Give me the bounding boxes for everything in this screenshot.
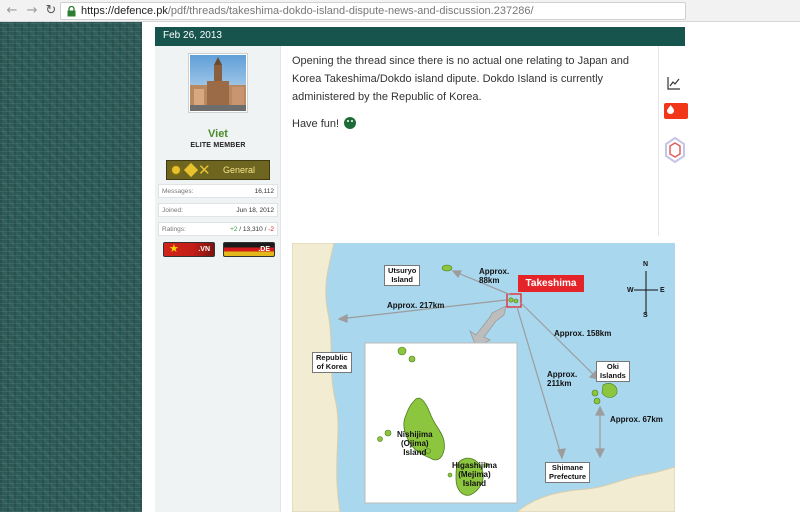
reload-icon[interactable]: ↻ (43, 3, 59, 19)
stat-messages: Messages: 16,112 (158, 184, 278, 198)
map-label-dist-oki: Approx. 158km (554, 329, 612, 338)
page-background-texture (0, 22, 142, 512)
right-margin (688, 22, 800, 512)
star-icon: ★ (169, 242, 179, 255)
stat-joined: Joined: Jun 18, 2012 (158, 203, 278, 217)
user-title: ELITE MEMBER (190, 142, 246, 149)
rating-neutral: 13,310 (242, 226, 263, 233)
user-info-panel: Viet ELITE MEMBER ✕ General Messages: 16… (155, 46, 281, 512)
compass-w: W (627, 287, 634, 294)
avatar-image (190, 55, 246, 111)
compass-s: S (643, 312, 648, 319)
map-label-dist-korea: Approx. 217km (387, 301, 445, 310)
post-date-bar: Feb 26, 2013 (155, 27, 685, 46)
username[interactable]: Viet (155, 128, 281, 140)
map-label-dist-utsuryo: Approx. 88km (479, 267, 510, 285)
stat-ratings-label: Ratings: (162, 226, 186, 233)
forward-icon[interactable]: → (24, 3, 40, 19)
map-label-higashijima: Higashijima (Mejima) Island (452, 461, 497, 488)
rank-badge: ✕ General (166, 160, 270, 180)
map-label-dist-oki-shimane: Approx. 67km (610, 415, 663, 424)
stat-messages-label: Messages: (162, 188, 194, 195)
map-label-korea: Republic of Korea (312, 352, 352, 373)
back-icon[interactable]: ← (4, 3, 20, 19)
flag-badge-de[interactable]: .DE (223, 242, 275, 257)
flag-label-vn: .VN (198, 246, 210, 253)
smiley-icon (344, 117, 357, 129)
compass-e: E (660, 287, 665, 294)
post-closing: Have fun! (292, 117, 357, 130)
flag-badge-vn[interactable]: ★ .VN (163, 242, 215, 257)
rank-swords-icon: ✕ (198, 161, 211, 179)
stat-joined-label: Joined: (162, 207, 183, 214)
address-bar[interactable]: https://defence.pk/pdf/threads/takeshima… (60, 2, 686, 20)
rank-diamond-icon (183, 162, 199, 178)
stat-messages-value: 16,112 (254, 188, 274, 195)
url-text: https://defence.pk/pdf/threads/takeshima… (81, 5, 534, 17)
map-label-shimane: Shimane Prefecture (545, 462, 591, 483)
site-logo-icon[interactable] (664, 136, 686, 166)
browser-toolbar: ← → ↻ https://defence.pk/pdf/threads/tak… (0, 0, 800, 22)
rating-negative: -2 (268, 226, 274, 233)
lock-icon (67, 6, 76, 17)
stat-joined-value: Jun 18, 2012 (236, 207, 274, 214)
map-label-dist-shimane: Approx. 211km (547, 370, 578, 388)
stat-ratings-value: +2 / 13,310 / -2 (230, 226, 274, 233)
flame-icon (667, 105, 674, 114)
map-label-nishijima: Nishijima (Ojima) Island (397, 430, 433, 457)
stat-ratings: Ratings: +2 / 13,310 / -2 (158, 222, 278, 236)
share-button-red[interactable] (664, 103, 688, 119)
post-date: Feb 26, 2013 (163, 30, 222, 41)
rank-label: General (223, 165, 256, 175)
avatar[interactable] (188, 53, 248, 113)
chart-icon[interactable] (667, 76, 681, 90)
rank-circle-icon (170, 164, 182, 176)
flag-label-de: .DE (258, 246, 270, 253)
post-closing-text: Have fun! (292, 118, 340, 130)
takeshima-map: Takeshima Utsuryo Island Approx. 88km Ap… (292, 243, 675, 512)
map-label-takeshima: Takeshima (518, 275, 584, 292)
post-body: Opening the thread since there is no act… (292, 55, 629, 103)
map-label-utsuryo: Utsuryo Island (384, 265, 421, 286)
compass-n: N (643, 261, 649, 268)
map-label-oki: Oki Islands (596, 361, 630, 382)
